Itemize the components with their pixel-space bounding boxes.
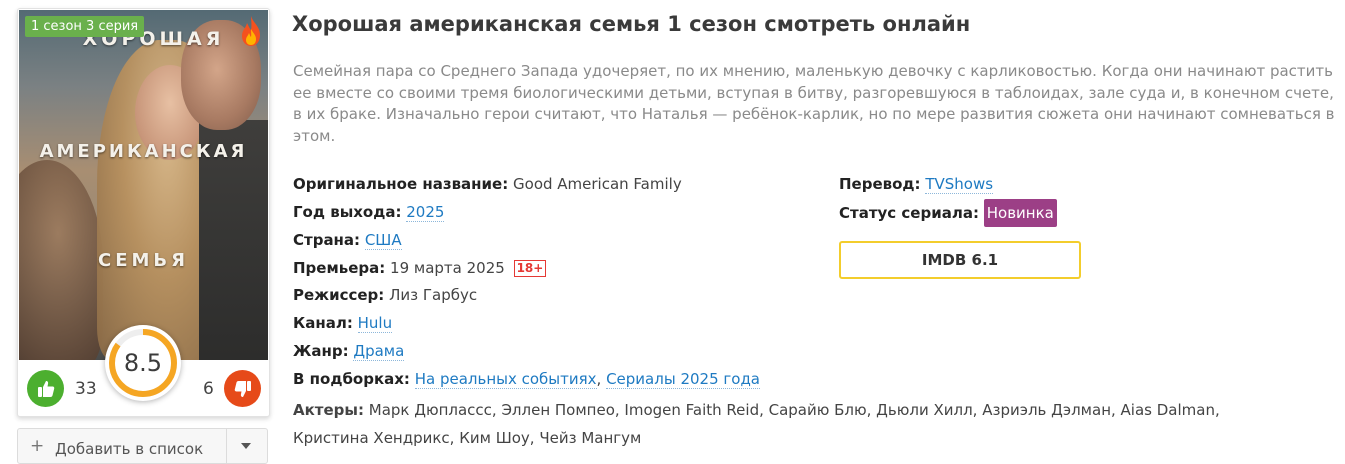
dislike-button[interactable] — [224, 370, 261, 407]
status-badge: Новинка — [983, 199, 1057, 227]
info-collections: В подборках: На реальных событиях, Сериа… — [293, 370, 761, 389]
info-label: Канал: — [293, 314, 353, 332]
country-link[interactable]: США — [364, 231, 402, 250]
info-channel: Канал: Hulu — [293, 314, 393, 333]
divider — [226, 429, 227, 463]
info-label: Страна: — [293, 231, 361, 249]
info-value: 19 марта 2025 — [390, 259, 505, 277]
year-link[interactable]: 2025 — [406, 203, 445, 222]
info-label: Перевод: — [839, 175, 921, 193]
poster-title-line2: АМЕРИКАНСКАЯ — [39, 141, 248, 162]
info-label: Премьера: — [293, 259, 386, 277]
info-label: Оригинальное название: — [293, 175, 509, 193]
page-title: Хорошая американская семья 1 сезон смотр… — [292, 12, 971, 36]
collection-separator: , — [596, 370, 607, 388]
info-actors: Актеры: Марк Дюплассс, Эллен Помпео, Imo… — [293, 397, 1293, 452]
description: Семейная пара со Среднего Запада удочеря… — [293, 62, 1335, 145]
info-label: Режиссер: — [293, 286, 385, 304]
like-button[interactable] — [27, 370, 64, 407]
info-translation: Перевод: TVShows — [839, 175, 994, 194]
like-count: 33 — [75, 379, 97, 399]
add-to-list-label: Добавить в список — [55, 440, 204, 458]
imdb-rating: IMDB 6.1 — [839, 241, 1081, 279]
thumbs-up-icon — [37, 380, 54, 397]
info-label: Актеры: — [293, 401, 364, 419]
info-year: Год выхода: 2025 — [293, 203, 445, 222]
info-director: Режиссер: Лиз Гарбус — [293, 286, 477, 304]
collection-link[interactable]: На реальных событиях — [414, 370, 597, 389]
info-value: Good American Family — [513, 175, 682, 193]
collection-link[interactable]: Сериалы 2025 года — [606, 370, 761, 389]
season-badge: 1 сезон 3 серия — [25, 16, 145, 37]
translation-link[interactable]: TVShows — [925, 175, 994, 194]
channel-link[interactable]: Hulu — [357, 314, 393, 333]
info-label: В подборках: — [293, 370, 410, 388]
rating-circle: 8.5 — [105, 325, 181, 401]
chevron-down-icon[interactable] — [241, 443, 251, 449]
rating-value: 8.5 — [123, 349, 163, 377]
thumbs-down-icon — [234, 380, 251, 397]
actors-list: Марк Дюплассс, Эллен Помпео, Imogen Fait… — [293, 401, 1220, 447]
fire-icon — [242, 16, 260, 46]
info-status: Статус сериала: Новинка — [839, 199, 1057, 227]
poster-title-line3: СЕМЬЯ — [98, 250, 189, 271]
info-original-title: Оригинальное название: Good American Fam… — [293, 175, 682, 193]
info-value: Лиз Гарбус — [389, 286, 478, 304]
info-premiere: Премьера: 19 марта 2025 18+ — [293, 259, 547, 277]
info-label: Год выхода: — [293, 203, 402, 221]
info-label: Жанр: — [293, 342, 349, 360]
plus-icon: + — [30, 436, 45, 456]
genre-link[interactable]: Драма — [353, 342, 405, 361]
info-country: Страна: США — [293, 231, 402, 250]
poster-card: ХОРОШАЯ АМЕРИКАНСКАЯ СЕМЬЯ 1 сезон 3 сер… — [17, 8, 270, 417]
poster-image[interactable]: ХОРОШАЯ АМЕРИКАНСКАЯ СЕМЬЯ 1 сезон 3 сер… — [19, 10, 268, 360]
dislike-count: 6 — [203, 379, 214, 399]
info-label: Статус сериала: — [839, 204, 979, 222]
info-genre: Жанр: Драма — [293, 342, 405, 361]
add-to-list-dropdown[interactable]: + Добавить в список — [17, 428, 268, 464]
age-rating-badge: 18+ — [513, 260, 547, 277]
